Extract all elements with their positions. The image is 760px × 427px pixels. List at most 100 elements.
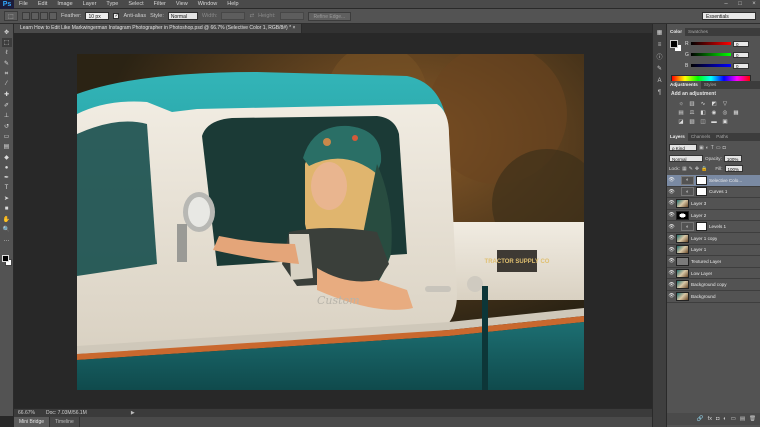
shape-tool-icon[interactable]: ■ (2, 205, 12, 214)
black-white-icon[interactable]: ◧ (699, 109, 707, 116)
layer-row[interactable]: 👁 Textured Layer (667, 256, 760, 268)
layer-row[interactable]: 👁 Layer 1 (667, 245, 760, 257)
tab-layers[interactable]: Layers (667, 133, 688, 141)
layer-mask-thumbnail[interactable] (696, 222, 707, 232)
canvas-area[interactable]: TRACTOR SUPPLY CO Custom (14, 33, 652, 408)
foreground-color[interactable] (2, 255, 9, 262)
tab-color[interactable]: Color (667, 28, 685, 36)
status-menu-arrow-icon[interactable]: ▶ (131, 410, 135, 416)
invert-icon[interactable]: ◪ (677, 118, 685, 125)
gradient-map-icon[interactable]: ▬ (710, 118, 718, 125)
eyedropper-tool-icon[interactable]: ⁄ (2, 80, 12, 89)
delete-layer-icon[interactable]: 🗑 (749, 416, 756, 422)
color-panel-swatch[interactable] (670, 40, 682, 52)
layer-thumbnail[interactable] (676, 198, 689, 208)
filter-pixel-icon[interactable]: ▣ (699, 145, 704, 151)
layer-thumbnail[interactable] (676, 233, 689, 243)
layer-row[interactable]: 👁 Layer 3 (667, 198, 760, 210)
tab-channels[interactable]: Channels (688, 133, 713, 141)
blue-slider[interactable]: B 0 (685, 62, 757, 69)
tab-timeline[interactable]: Timeline (50, 417, 80, 427)
layer-mask-thumbnail[interactable] (696, 187, 707, 197)
layer-row[interactable]: 👁 ◐ Curves 1 (667, 187, 760, 199)
dodge-tool-icon[interactable]: ● (2, 163, 12, 172)
blue-track[interactable] (691, 64, 731, 67)
photo-filter-icon[interactable]: ◉ (710, 109, 718, 116)
marquee-tool-icon[interactable]: ⬚ (1, 38, 12, 48)
lock-transparent-icon[interactable]: ▦ (682, 166, 687, 172)
curves-icon[interactable]: ∿ (699, 100, 707, 107)
visibility-eye-icon[interactable]: 👁 (667, 270, 676, 276)
visibility-eye-icon[interactable]: 👁 (667, 212, 676, 218)
hue-saturation-icon[interactable]: ▤ (677, 109, 685, 116)
layer-name[interactable]: Levels 1 (709, 224, 726, 229)
history-brush-tool-icon[interactable]: ↺ (2, 122, 12, 131)
layer-style-icon[interactable]: fx (708, 416, 712, 422)
blend-mode-select[interactable]: Normal (669, 155, 703, 162)
visibility-eye-icon[interactable]: 👁 (667, 235, 676, 241)
menu-layer[interactable]: Layer (78, 0, 102, 9)
more-tools-icon[interactable]: … (2, 236, 12, 245)
document-image[interactable]: TRACTOR SUPPLY CO Custom (77, 54, 584, 390)
layer-name[interactable]: Layer 1 copy (691, 236, 717, 241)
layer-name[interactable]: Layer 3 (691, 201, 706, 206)
new-layer-icon[interactable]: ▤ (740, 416, 745, 422)
filter-adjust-icon[interactable]: ◐ (706, 145, 709, 151)
new-adjustment-icon[interactable]: ◐ (723, 416, 726, 422)
tab-swatches[interactable]: Swatches (685, 28, 711, 36)
intersect-selection-icon[interactable] (49, 12, 57, 20)
lock-image-icon[interactable]: ✎ (689, 166, 693, 172)
tab-paths[interactable]: Paths (713, 133, 731, 141)
color-lookup-icon[interactable]: ▦ (732, 109, 740, 116)
color-swatch[interactable] (2, 255, 12, 267)
history-icon[interactable]: ▦ (654, 28, 665, 37)
zoom-tool-icon[interactable]: 🔍 (2, 225, 12, 234)
menu-filter[interactable]: Filter (149, 0, 171, 9)
exposure-icon[interactable]: ◩ (710, 100, 718, 107)
filter-type-icon[interactable]: T (711, 145, 714, 151)
layer-name[interactable]: Layer 1 (691, 247, 706, 252)
layer-row[interactable]: 👁 ◐ Levels 1 (667, 221, 760, 233)
add-mask-icon[interactable]: ◘ (716, 416, 719, 422)
layer-name[interactable]: Layer 2 (691, 213, 706, 218)
menu-view[interactable]: View (171, 0, 193, 9)
filter-smart-icon[interactable]: ◘ (723, 145, 726, 151)
feather-input[interactable]: 10 px (85, 12, 110, 20)
character-icon[interactable]: A (654, 76, 665, 85)
layer-thumbnail[interactable] (676, 268, 689, 278)
add-selection-icon[interactable] (31, 12, 39, 20)
zoom-level[interactable]: 66.67% (18, 410, 38, 416)
green-slider[interactable]: G 0 (685, 51, 757, 58)
crop-tool-icon[interactable]: ⌗ (2, 70, 12, 79)
tab-adjustments[interactable]: Adjustments (667, 81, 701, 89)
properties-icon[interactable]: ≡ (654, 40, 665, 49)
tab-mini-bridge[interactable]: Mini Bridge (14, 417, 51, 427)
layer-thumbnail[interactable]: ◐ (681, 187, 694, 197)
filter-shape-icon[interactable]: ▭ (716, 145, 721, 151)
paragraph-icon[interactable]: ¶ (654, 88, 665, 97)
type-tool-icon[interactable]: T (2, 184, 12, 193)
lasso-tool-icon[interactable]: ℓ (2, 49, 12, 58)
height-input[interactable] (279, 12, 304, 20)
layer-thumbnail[interactable] (676, 245, 689, 255)
lock-all-icon[interactable]: 🔒 (701, 166, 707, 172)
green-value[interactable]: 0 (733, 51, 749, 58)
opacity-input[interactable]: 100% (723, 155, 742, 162)
new-group-icon[interactable]: ▭ (731, 416, 736, 422)
channel-mixer-icon[interactable]: ◎ (721, 109, 729, 116)
gradient-tool-icon[interactable]: ▤ (2, 142, 12, 151)
menu-select[interactable]: Select (123, 0, 148, 9)
visibility-eye-icon[interactable]: 👁 (667, 177, 676, 183)
layer-thumbnail[interactable] (676, 280, 689, 290)
layer-row[interactable]: 👁 ◐ Selective Colo... (667, 175, 760, 187)
move-tool-icon[interactable]: ✥ (2, 28, 12, 37)
layer-thumbnail[interactable] (676, 291, 689, 301)
layer-thumbnail[interactable]: ◐ (681, 175, 694, 185)
layer-name[interactable]: Textured Layer (691, 259, 721, 264)
lock-position-icon[interactable]: ✥ (695, 166, 699, 172)
green-track[interactable] (691, 53, 731, 56)
link-layers-icon[interactable]: 🔗 (697, 416, 704, 422)
workspace-select[interactable]: Essentials (702, 12, 756, 20)
subtract-selection-icon[interactable] (40, 12, 48, 20)
healing-brush-tool-icon[interactable]: ✚ (2, 90, 12, 99)
